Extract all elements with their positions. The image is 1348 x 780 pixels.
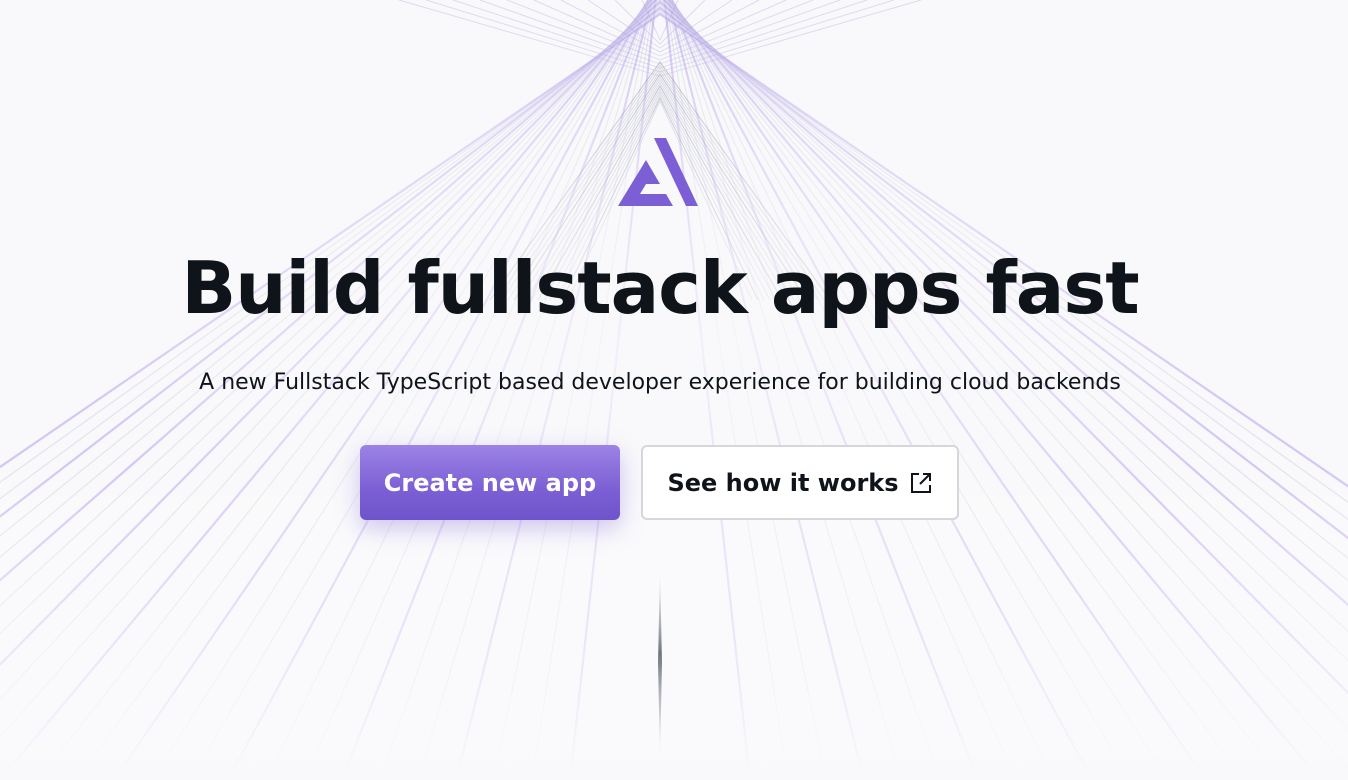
hero-section: Build fullstack apps fast A new Fullstac…: [0, 0, 1348, 780]
page-subtitle: A new Fullstack TypeScript based develop…: [199, 370, 1121, 395]
page-title: Build fullstack apps fast: [181, 246, 1139, 330]
decorative-spike: [658, 568, 662, 758]
create-new-app-button[interactable]: Create new app: [360, 445, 620, 520]
see-how-it-works-button[interactable]: See how it works: [641, 445, 959, 520]
create-new-app-label: Create new app: [383, 468, 597, 497]
external-link-icon: [910, 472, 931, 493]
see-how-it-works-label: See how it works: [667, 468, 899, 497]
amplify-logo-icon: [618, 138, 698, 206]
